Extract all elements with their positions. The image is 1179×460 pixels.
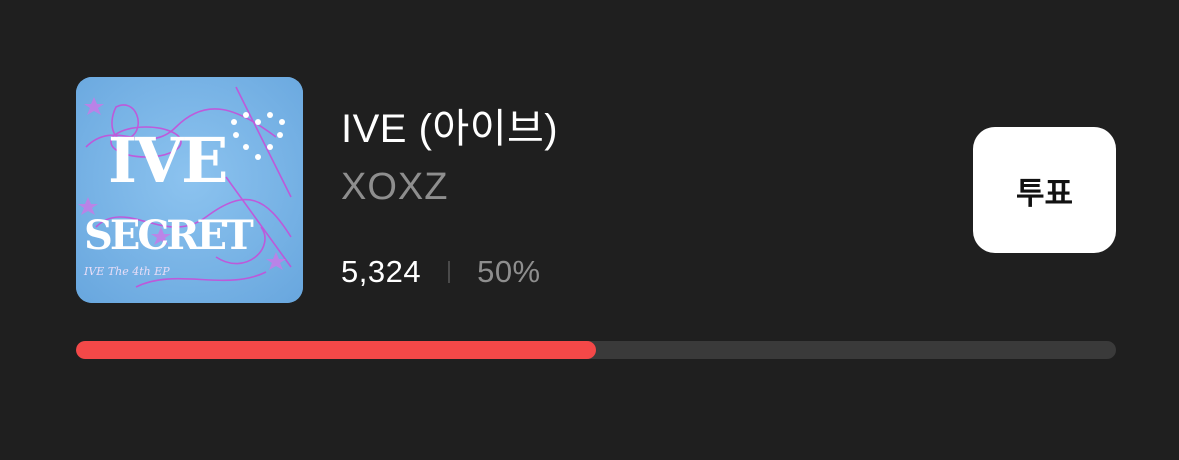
vote-button[interactable]: 투표 [973,127,1116,253]
vote-stats: 5,324 50% [341,252,541,292]
album-name: XOXZ [341,166,449,208]
vote-progress-fill [76,341,596,359]
vote-progress-bar [76,341,1116,359]
vote-count: 5,324 [341,254,422,289]
album-cover-image: IVE SECRET IVE The 4th EP [76,77,303,303]
album-art: IVE SECRET IVE The 4th EP [76,77,303,303]
album-art-title: IVE [108,124,226,197]
stat-divider [448,261,451,283]
vote-percent: 50% [477,254,541,289]
vote-card: IVE SECRET IVE The 4th EP IVE (아이브) XOXZ… [0,0,1179,460]
song-title: IVE (아이브) [341,107,559,151]
album-art-caption: IVE The 4th EP [83,265,170,278]
album-art-subtitle: SECRET [84,212,254,259]
